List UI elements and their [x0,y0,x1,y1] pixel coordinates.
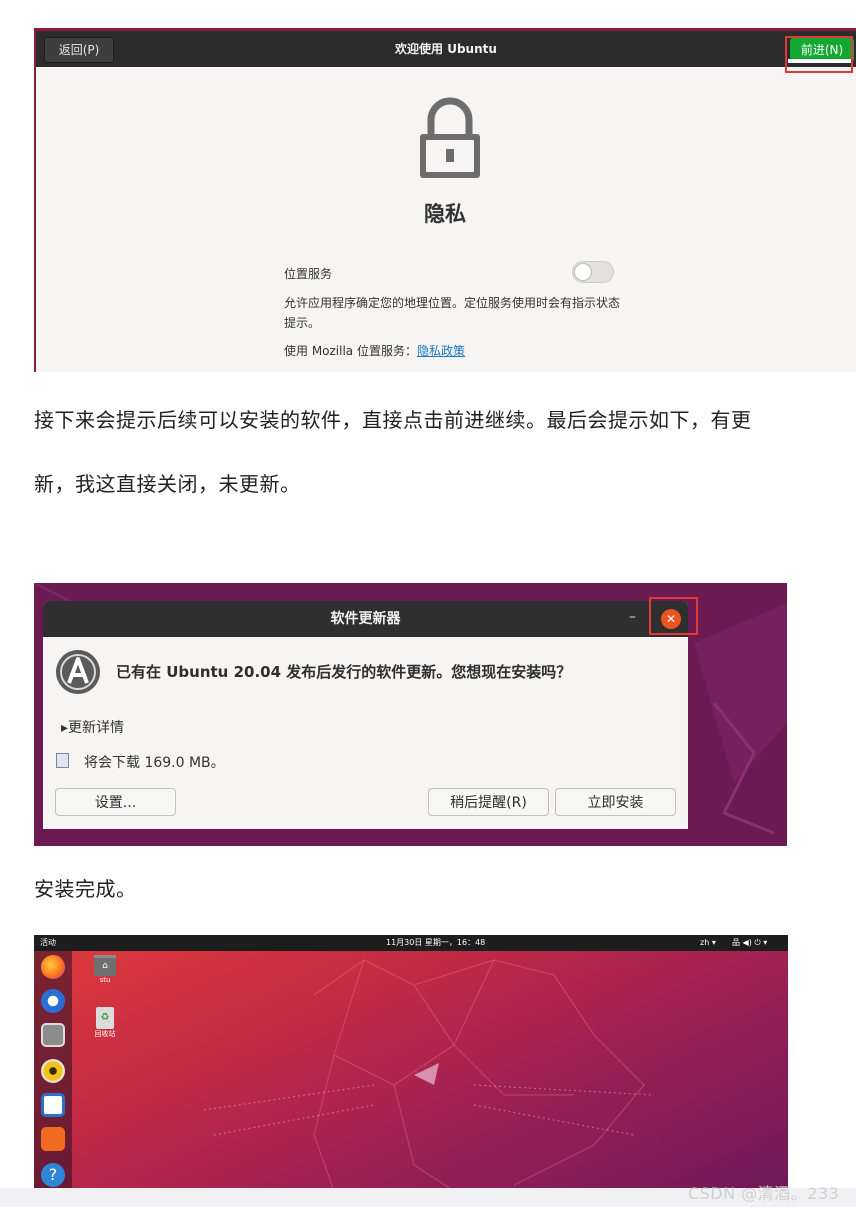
top-panel: 活动 11月30日 星期一，16：48 zh ▾ 品 ◀) ⏻ ▾ [34,935,788,951]
firefox-icon[interactable] [41,955,65,979]
paragraph-install-done: 安装完成。 [34,877,137,901]
minimize-button[interactable]: – [629,609,636,625]
csdn-watermark: CSDN @清酒。233 [688,1184,840,1203]
toggle-knob [574,263,592,281]
install-now-button[interactable]: 立即安装 [555,788,676,816]
update-details-label: 更新详情 [68,720,125,736]
settings-button[interactable]: 设置... [55,788,176,816]
highlight-box-close [649,597,698,635]
disclosure-triangle-icon: ▸ [61,720,69,736]
welcome-titlebar: 欢迎使用 Ubuntu 返回(P) 前进(N) [36,31,856,67]
location-service-description: 允许应用程序确定您的地理位置。定位服务使用时会有指示状态提示。 [284,296,621,330]
clock[interactable]: 11月30日 星期一，16：48 [386,935,485,951]
privacy-policy-link[interactable]: 隐私政策 [417,344,465,358]
mozilla-location-line: 使用 Mozilla 位置服务：隐私政策 [284,342,465,359]
software-center-icon[interactable] [41,1127,65,1151]
lock-icon [418,96,482,184]
paragraph-line-2: 新，我这直接关闭，未更新。 [34,472,301,496]
download-size-text: 将会下载 169.0 MB。 [84,755,225,771]
highlight-box-forward [785,36,853,73]
wallpaper-cat-lines [203,959,655,1191]
system-tray[interactable]: 品 ◀) ⏻ ▾ [732,935,767,951]
trash-label: 回收站 [94,1030,116,1038]
ubuntu-desktop-screenshot: 活动 11月30日 星期一，16：48 zh ▾ 品 ◀) ⏻ ▾ ? ⌂ st… [34,935,788,1191]
package-icon [56,753,69,768]
help-icon[interactable]: ? [41,1163,65,1187]
ubuntu-welcome-screenshot: 欢迎使用 Ubuntu 返回(P) 前进(N) 隐私 位置服务 允许应用程序确定… [34,28,856,372]
software-center-icon [55,649,101,699]
thunderbird-icon[interactable] [41,989,65,1013]
home-folder-shortcut[interactable]: ⌂ stu [85,955,125,984]
libreoffice-writer-icon[interactable] [41,1093,65,1117]
mozilla-label: 使用 Mozilla 位置服务： [284,344,417,358]
dock: ? [34,951,72,1191]
location-service-label: 位置服务 [284,267,333,281]
activities-button[interactable]: 活动 [40,935,56,951]
back-button[interactable]: 返回(P) [44,37,114,63]
software-updater-screenshot: 软件更新器 – ✕ 已有在 Ubuntu 20.04 发布后发行的软件更新。您想… [34,583,787,846]
update-details-expander[interactable]: ▸更新详情 [61,717,124,737]
files-icon[interactable] [41,1023,65,1047]
window-title: 欢迎使用 Ubuntu [395,42,497,56]
location-service-toggle[interactable] [572,261,614,283]
home-folder-label: stu [99,976,111,984]
remind-later-button[interactable]: 稍后提醒(R) [428,788,549,816]
dialog-titlebar: 软件更新器 – ✕ [43,601,688,637]
dialog-title: 软件更新器 [330,611,401,627]
rhythmbox-icon[interactable] [41,1059,65,1083]
language-indicator[interactable]: zh ▾ [700,935,716,951]
paragraph-line-1: 接下来会提示后续可以安装的软件，直接点击前进继续。最后会提示如下，有更 [34,408,752,432]
updater-dialog: 软件更新器 – ✕ 已有在 Ubuntu 20.04 发布后发行的软件更新。您想… [43,601,688,829]
home-folder-icon: ⌂ [94,955,116,976]
trash-shortcut[interactable]: ♻ 回收站 [85,1007,125,1039]
update-question: 已有在 Ubuntu 20.04 发布后发行的软件更新。您想现在安装吗？ [116,663,572,681]
trash-icon: ♻ [96,1007,114,1029]
page-title: 隐私 [424,202,466,226]
